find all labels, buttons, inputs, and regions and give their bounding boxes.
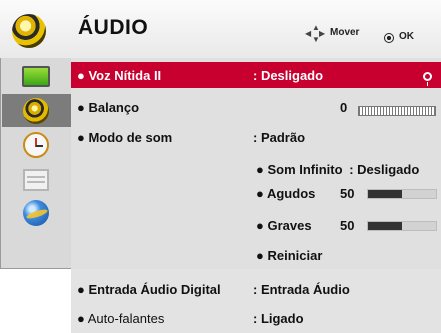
agudos-slider[interactable] [367,189,437,199]
menu-item-entrada-audio-digital[interactable]: ● Entrada Áudio Digital : Entrada Áudio [71,276,441,302]
submenu-item-label: ● Reiniciar [256,248,323,263]
pin-icon [423,72,432,86]
menu-item-voz-nitida[interactable]: ● Voz Nítida II : Desligado [71,62,441,88]
submenu-item-agudos[interactable]: ● Agudos [256,186,315,201]
category-sidebar [0,58,71,269]
menu-item-value: : Ligado [253,311,304,326]
submenu-item-label: ● Som Infinito [256,162,343,177]
menu-header: ÁUDIO ▲ ▼ ◀ ▶ Mover OK [0,0,441,58]
menu-item-value: : Desligado [253,68,324,83]
submenu-item-som-infinito[interactable]: ● Som Infinito : Desligado [256,162,419,177]
move-arrows-icon: ▲ ▼ ◀ ▶ [305,23,326,44]
menu-item-modo-de-som[interactable]: ● Modo de som : Padrão [71,124,441,150]
menu-item-label: ● Modo de som [77,130,173,145]
graves-slider[interactable] [367,221,437,231]
agudos-value: 50 [340,186,355,201]
sidebar-item-time[interactable] [2,128,71,161]
submenu-item-label: ● Graves [256,218,312,233]
sidebar-item-audio[interactable] [2,94,71,127]
ok-button-icon [384,33,394,43]
graves-value: 50 [340,218,355,233]
graves-slider-fill [368,222,402,230]
globe-icon [23,200,49,226]
menu-item-value: : Entrada Áudio [253,282,350,297]
agudos-slider-fill [368,190,402,198]
speaker-icon [23,98,49,124]
menu-item-label: ● Auto-falantes [77,311,165,326]
tv-picture-icon [22,66,50,87]
submenu-item-label: ● Agudos [256,186,316,201]
move-hint-label: Mover [330,27,360,38]
submenu-item-reiniciar[interactable]: ● Reiniciar [256,248,322,263]
sidebar-item-network[interactable] [2,196,71,229]
balance-slider[interactable] [358,106,436,116]
sidebar-item-option[interactable] [2,162,71,195]
clock-icon [23,132,49,158]
speaker-icon [12,14,46,48]
audio-menu-screen: ÁUDIO ▲ ▼ ◀ ▶ Mover OK ● Voz Nítida II:… [0,0,441,333]
submenu-item-graves[interactable]: ● Graves [256,218,312,233]
submenu-item-value: : Desligado [349,162,420,177]
ok-hint-label: OK [399,31,414,42]
menu-item-value: 0 [340,100,348,115]
page-title: ÁUDIO [78,16,149,39]
menu-item-auto-falantes[interactable]: ● Auto-falantes : Ligado [71,305,441,331]
menu-item-value: : Padrão [253,130,306,145]
option-icon [23,169,49,191]
menu-item-label: ● Voz Nítida II [77,68,162,83]
menu-item-label: ● Balanço [77,100,140,115]
sidebar-item-picture[interactable] [2,60,71,93]
menu-item-label: ● Entrada Áudio Digital [77,282,221,297]
